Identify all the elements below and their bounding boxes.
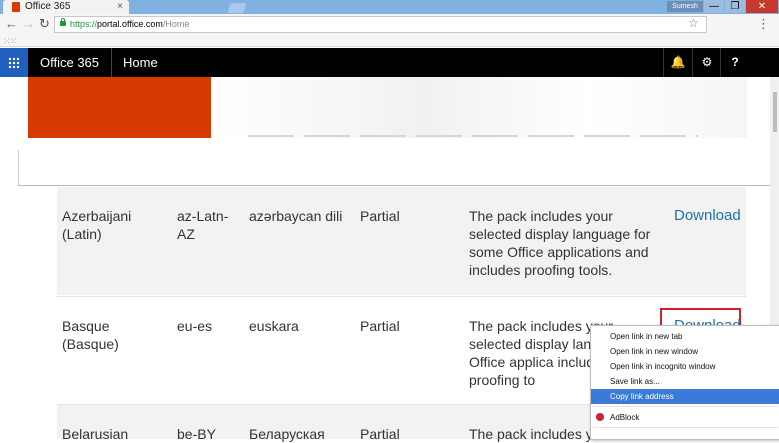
adblock-icon [596, 413, 604, 421]
support-level: Partial [360, 318, 400, 334]
url-text: https://portal.office.com/Home [70, 19, 190, 29]
tab-close-icon[interactable]: × [117, 0, 123, 14]
menu-item-copy-link[interactable]: Copy link address [591, 389, 779, 404]
language-name: Azerbaijani (Latin) [62, 208, 132, 242]
language-name: Basque (Basque) [62, 318, 119, 352]
gear-icon[interactable]: ⚙ [692, 48, 721, 77]
download-link[interactable]: Download [674, 207, 741, 225]
app-launcher-icon [8, 56, 20, 69]
panel-edge [18, 150, 19, 186]
browser-toolbar: ← → ↻ https://portal.office.com/Home [0, 14, 779, 34]
hero-divider-lines [248, 135, 698, 137]
menu-item-open-new-window[interactable]: Open link in new window [591, 344, 779, 359]
star-icon[interactable]: ☆ [688, 16, 699, 30]
menu-item-open-new-tab[interactable]: Open link in new tab [591, 329, 779, 344]
hero-banner [211, 77, 747, 138]
native-name: euskara [249, 318, 299, 334]
tab-title: Office 365 [25, 1, 71, 12]
app-launcher-button[interactable] [0, 48, 28, 77]
native-name: azərbaycan dili [249, 208, 343, 224]
close-window-button[interactable]: ✕ [746, 0, 778, 13]
pack-description: The pack includes your selected display … [469, 208, 651, 278]
new-tab-button[interactable] [227, 3, 247, 13]
scrollbar-thumb[interactable] [773, 92, 777, 132]
maximize-button[interactable]: ❐ [725, 0, 745, 13]
menu-item-open-incognito[interactable]: Open link in incognito window [591, 359, 779, 374]
page-title: Home [123, 55, 158, 70]
browser-tab[interactable]: Office 365 × [3, 0, 129, 14]
lock-icon [60, 18, 66, 26]
address-bar[interactable]: https://portal.office.com/Home [54, 16, 707, 33]
context-menu: Open link in new tab Open link in new wi… [590, 325, 779, 440]
apps-icon[interactable]: ⁙⁙ [3, 36, 17, 47]
help-icon[interactable]: ? [720, 48, 749, 77]
brand-title[interactable]: Office 365 [40, 48, 99, 77]
bell-icon[interactable]: 🔔 [663, 48, 692, 77]
language-code: eu-es [177, 318, 213, 334]
reload-icon[interactable]: ↻ [39, 16, 50, 32]
table-row: Azerbaijani (Latin) az-Latn-AZ azərbayca… [57, 187, 746, 295]
browser-tab-strip: Office 365 × Sumesh — ❐ ✕ [0, 0, 779, 14]
menu-item-adblock[interactable]: AdBlock [591, 410, 779, 425]
menu-icon[interactable]: ⋮ [757, 16, 770, 32]
language-name: Belarusian [62, 426, 129, 442]
panel-divider [18, 185, 779, 186]
office-favicon-icon [12, 2, 20, 12]
hero-tile [28, 77, 211, 138]
menu-separator [593, 406, 778, 407]
minimize-button[interactable]: — [704, 0, 724, 13]
back-icon[interactable]: ← [5, 16, 18, 32]
suite-divider [111, 48, 112, 77]
support-level: Partial [360, 426, 400, 442]
forward-icon[interactable]: → [22, 16, 35, 32]
native-name: Беларуская [249, 426, 325, 442]
language-code: be-BY [177, 426, 216, 442]
bookmarks-bar: ⁙⁙ [0, 34, 779, 47]
menu-separator [593, 427, 778, 428]
suite-bar: Office 365 Home 🔔 ⚙ ? [0, 48, 779, 77]
language-code: az-Latn-AZ [177, 208, 229, 242]
menu-item-save-link[interactable]: Save link as... [591, 374, 779, 389]
support-level: Partial [360, 208, 400, 224]
profile-badge[interactable]: Sumesh [667, 1, 703, 12]
